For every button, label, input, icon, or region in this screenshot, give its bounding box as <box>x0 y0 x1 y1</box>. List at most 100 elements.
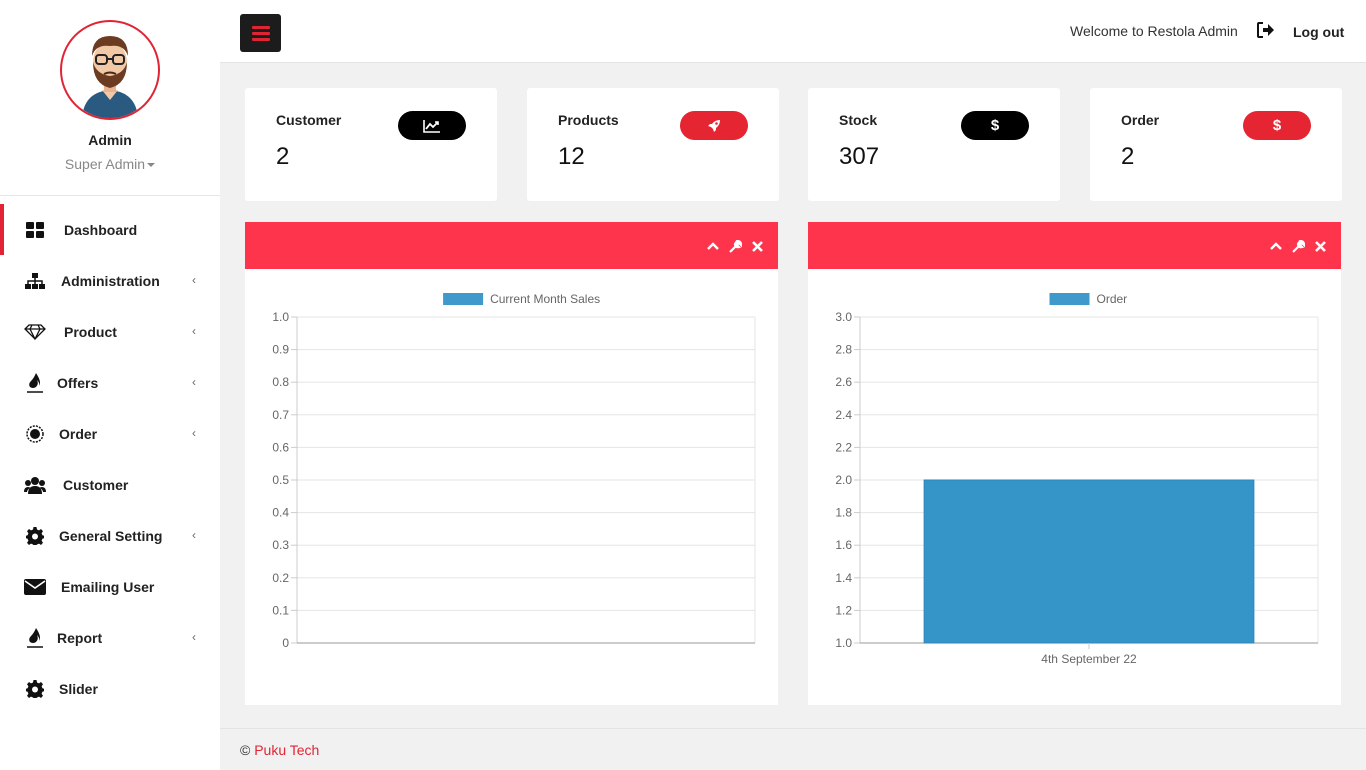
y-tick-label: 0 <box>282 636 289 650</box>
menu-toggle-button[interactable] <box>240 14 281 52</box>
welcome-text: Welcome to Restola Admin <box>1070 23 1238 39</box>
sidebar-item-label: Product <box>64 324 117 340</box>
chart-legend: Order <box>1049 292 1128 306</box>
y-tick-label: 1.0 <box>835 636 852 650</box>
footer-text: © Puku Tech <box>240 742 319 758</box>
legend-swatch <box>1049 293 1090 305</box>
stat-card-title: Products <box>558 112 619 128</box>
legend-label: Order <box>1097 292 1128 306</box>
stat-card-customer[interactable]: Customer 2 <box>245 88 497 201</box>
sidebar-item-label: Administration <box>61 273 160 289</box>
dollar-icon: $ <box>1243 111 1311 140</box>
profile-section: Admin Super Admin <box>0 0 220 196</box>
avatar[interactable] <box>60 20 160 120</box>
stat-card-order[interactable]: Order 2 $ <box>1090 88 1342 201</box>
legend-swatch <box>443 293 484 305</box>
diamond-icon <box>24 322 46 342</box>
sidebar-item-label: Order <box>59 426 98 442</box>
panel-tools <box>1269 239 1327 253</box>
sidebar-item-offers[interactable]: Offers ‹ <box>0 357 220 408</box>
y-tick-label: 2.4 <box>835 408 852 422</box>
caret-down-icon <box>147 163 156 168</box>
y-tick-label: 2.6 <box>835 375 852 389</box>
y-tick-label: 0.9 <box>272 343 289 357</box>
stat-card-value: 2 <box>276 143 290 170</box>
spinner-icon <box>24 424 46 444</box>
sitemap-icon <box>24 271 46 291</box>
close-icon[interactable] <box>1313 239 1327 253</box>
stat-card-stock[interactable]: Stock 307 $ <box>808 88 1060 201</box>
collapse-icon[interactable] <box>706 239 720 253</box>
avatar-face-icon <box>82 36 138 118</box>
sidebar-item-label: Dashboard <box>64 222 138 238</box>
hamburger-bar <box>251 31 270 35</box>
footer: © Puku Tech <box>220 728 1366 770</box>
y-tick-label: 0.1 <box>272 603 289 617</box>
hamburger-bar <box>251 37 270 41</box>
sidebar-item-label: Offers <box>57 375 99 391</box>
rocket-icon <box>680 111 748 140</box>
wrench-icon[interactable] <box>1291 239 1305 253</box>
y-tick-label: 1.0 <box>272 310 289 324</box>
users-icon <box>24 475 46 495</box>
order-bar-chart: Order 3.0 2.8 2.6 2.4 2.2 2.0 1.8 1.6 1.4 1.2 1.0 4t… <box>835 292 1319 666</box>
sidebar-item-slider[interactable]: Slider <box>0 663 220 714</box>
sidebar-item-order[interactable]: Order ‹ <box>0 408 220 459</box>
sidebar-item-product[interactable]: Product ‹ <box>0 306 220 357</box>
x-tick-label: 4th September 22 <box>1041 652 1137 666</box>
sidebar-item-label: Emailing User <box>61 579 155 595</box>
y-tick-label: 0.8 <box>272 375 289 389</box>
stat-card-products[interactable]: Products 12 <box>527 88 779 201</box>
y-tick-label: 0.2 <box>272 571 289 585</box>
fire-icon <box>24 373 46 393</box>
sidebar-item-general-setting[interactable]: General Setting ‹ <box>0 510 220 561</box>
envelope-icon <box>24 577 46 597</box>
company-link[interactable]: Puku Tech <box>254 742 319 758</box>
chevron-left-icon: ‹ <box>192 426 196 440</box>
close-icon[interactable] <box>750 239 764 253</box>
sidebar-item-label: General Setting <box>59 528 163 544</box>
panel-header <box>808 222 1341 269</box>
sidebar-item-customer[interactable]: Customer <box>0 459 220 510</box>
chart-line-icon <box>398 111 466 140</box>
collapse-icon[interactable] <box>1269 239 1283 253</box>
wrench-icon[interactable] <box>728 239 742 253</box>
sign-out-icon[interactable] <box>1257 22 1275 43</box>
logout-link[interactable]: Log out <box>1293 24 1344 40</box>
copyright-symbol: © <box>240 742 251 758</box>
sidebar-item-emailing-user[interactable]: Emailing User <box>0 561 220 612</box>
chevron-left-icon: ‹ <box>192 630 196 644</box>
sidebar-item-dashboard[interactable]: Dashboard <box>0 204 220 255</box>
hamburger-bar <box>251 25 270 29</box>
y-tick-label: 2.2 <box>835 440 852 454</box>
sidebar-item-report[interactable]: Report ‹ <box>0 612 220 663</box>
fire-icon <box>24 628 46 648</box>
legend-label: Current Month Sales <box>490 292 600 306</box>
sales-bar-chart: Current Month Sales 1.0 0.9 0.8 0.7 0.6 0.5 0.4… <box>272 292 756 650</box>
stat-card-title: Customer <box>276 112 342 128</box>
chevron-left-icon: ‹ <box>192 528 196 542</box>
dashboard-icon <box>24 220 46 240</box>
profile-name: Admin <box>88 132 132 148</box>
gear-icon <box>24 526 46 546</box>
dollar-icon: $ <box>961 111 1029 140</box>
y-tick-label: 2.0 <box>835 473 852 487</box>
sidebar-item-label: Slider <box>59 681 98 697</box>
profile-role-dropdown[interactable]: Super Admin <box>0 156 220 172</box>
stat-card-title: Stock <box>839 112 878 128</box>
sidebar-menu: Dashboard Administration ‹ Product ‹ Off… <box>0 204 220 714</box>
chevron-left-icon: ‹ <box>192 324 196 338</box>
order-chart-panel: Order 3.0 2.8 2.6 2.4 2.2 2.0 1.8 1.6 1.4 1.2 1.0 4t… <box>808 222 1341 705</box>
sidebar-item-label: Customer <box>63 477 129 493</box>
y-tick-label: 0.7 <box>272 408 289 422</box>
y-tick-label: 1.4 <box>835 571 852 585</box>
y-tick-label: 1.6 <box>835 538 852 552</box>
sidebar-item-administration[interactable]: Administration ‹ <box>0 255 220 306</box>
stat-card-value: 12 <box>558 143 585 170</box>
panel-header <box>245 222 778 269</box>
gear-icon <box>24 679 46 699</box>
sidebar: Admin Super Admin Dashboard Administrati… <box>0 0 220 770</box>
bar <box>923 479 1255 644</box>
y-tick-label: 2.8 <box>835 343 852 357</box>
stat-card-value: 307 <box>839 143 880 170</box>
